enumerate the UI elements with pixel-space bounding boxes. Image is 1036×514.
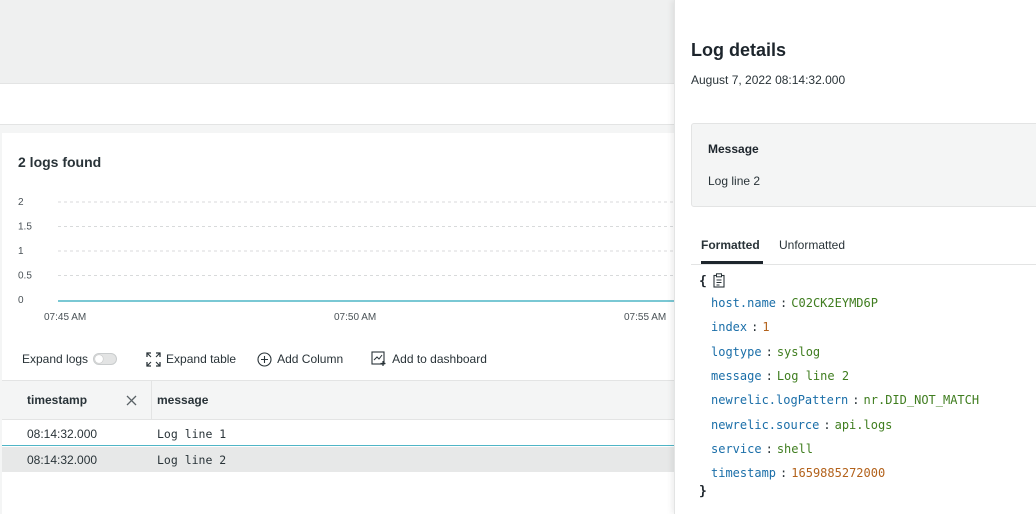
json-separator: : [765, 368, 773, 383]
row-timestamp: 08:14:32.000 [27, 453, 98, 467]
row-message: Log line 1 [157, 427, 227, 441]
json-key: message [711, 368, 762, 383]
json-field: index:1 [711, 320, 770, 334]
logs-toolbar: Expand logs Expand table Add Column Add … [2, 346, 674, 372]
y-tick-label: 1 [18, 246, 24, 257]
logs-main-panel: 2 logs found 2 1.5 1 0.5 0 07:45 AM 07:50 AM 07… [2, 133, 674, 514]
dashboard-add-icon [371, 351, 387, 367]
add-column-label: Add Column [277, 352, 344, 366]
x-tick-label: 07:45 AM [44, 312, 86, 323]
message-value: Log line 2 [708, 174, 761, 188]
json-key: logtype [711, 344, 762, 359]
format-tabs: Formatted Unformatted [691, 230, 1036, 265]
json-separator: : [823, 417, 831, 432]
json-value: syslog [776, 344, 821, 359]
json-key: service [711, 441, 762, 456]
column-header-timestamp[interactable]: timestamp [27, 381, 87, 419]
expand-icon [145, 351, 161, 367]
add-column-button[interactable]: Add Column [256, 351, 343, 367]
json-field: host.name: C02CK2EYMD6P [711, 296, 878, 310]
message-label: Message [708, 142, 759, 156]
panel-title: Log details [691, 40, 787, 60]
json-field: logtype: syslog [711, 345, 820, 359]
x-tick-label: 07:55 AM [624, 312, 666, 323]
expand-table-label: Expand table [166, 352, 237, 366]
y-tick-label: 2 [18, 197, 24, 208]
y-tick-label: 0.5 [18, 271, 32, 282]
json-open-brace: { [699, 274, 707, 289]
expand-table-button[interactable]: Expand table [145, 351, 236, 367]
table-row[interactable]: 08:14:32.000 Log line 1 [2, 421, 674, 446]
json-close-brace: } [699, 484, 707, 499]
json-separator: : [765, 441, 773, 456]
log-details-panel: Log details August 7, 2022 08:14:32.000 … [674, 0, 1036, 514]
column-header-message[interactable]: message [157, 381, 208, 419]
log-volume-chart: 2 1.5 1 0.5 0 07:45 AM 07:50 AM 07:55 AM [2, 188, 674, 328]
log-date: August 7, 2022 08:14:32.000 [691, 73, 846, 87]
row-message: Log line 2 [157, 453, 227, 467]
json-key: host.name [711, 296, 777, 310]
logs-table: timestamp message 08:14:32.000 Log line … [2, 380, 674, 514]
active-tab-indicator [701, 261, 763, 264]
table-header: timestamp message [2, 380, 674, 420]
json-key: index [711, 320, 748, 335]
expand-logs-toggle[interactable]: Expand logs [22, 352, 118, 366]
filter-bar [0, 84, 674, 125]
json-separator: : [852, 393, 860, 408]
json-value: C02CK2EYMD6P [791, 296, 878, 310]
clipboard-icon[interactable] [713, 273, 725, 291]
json-separator: : [780, 296, 788, 310]
toggle-switch[interactable] [93, 353, 118, 365]
json-key: timestamp [711, 466, 777, 481]
json-value: nr.DID_NOT_MATCH [863, 393, 980, 408]
json-value: 1 [762, 320, 770, 335]
json-key: newrelic.source [711, 417, 820, 432]
json-field: message: Log line 2 [711, 369, 849, 383]
close-icon[interactable] [126, 394, 137, 409]
y-tick-label: 1.5 [18, 222, 32, 233]
y-tick-label: 0 [18, 295, 24, 306]
column-divider[interactable] [151, 381, 152, 419]
add-to-dashboard-button[interactable]: Add to dashboard [371, 351, 487, 367]
tab-formatted[interactable]: Formatted [701, 238, 760, 252]
json-separator: : [765, 344, 773, 359]
json-field: newrelic.logPattern: nr.DID_NOT_MATCH [711, 393, 979, 407]
json-value: 1659885272000 [791, 466, 886, 481]
json-field: service: shell [711, 442, 813, 456]
x-tick-label: 07:50 AM [334, 312, 376, 323]
json-field: newrelic.source: api.logs [711, 418, 892, 432]
message-box: Message Log line 2 [691, 123, 1036, 207]
json-value: shell [776, 441, 813, 456]
table-row-selected[interactable]: 08:14:32.000 Log line 2 [2, 447, 674, 472]
row-timestamp: 08:14:32.000 [27, 427, 98, 441]
json-separator: : [780, 466, 788, 481]
json-field: timestamp:1659885272000 [711, 466, 885, 480]
tab-unformatted[interactable]: Unformatted [779, 238, 845, 252]
json-value: Log line 2 [776, 368, 850, 383]
chart-svg: 2 1.5 1 0.5 0 07:45 AM 07:50 AM 07:55 AM [18, 197, 674, 323]
top-band [0, 0, 674, 84]
add-to-dashboard-label: Add to dashboard [392, 352, 487, 366]
expand-logs-label: Expand logs [22, 352, 89, 366]
json-key: newrelic.logPattern [711, 393, 849, 408]
json-separator: : [751, 320, 759, 335]
json-value: api.logs [834, 417, 893, 432]
plus-circle-icon [256, 351, 272, 367]
logs-count-heading: 2 logs found [18, 154, 102, 170]
